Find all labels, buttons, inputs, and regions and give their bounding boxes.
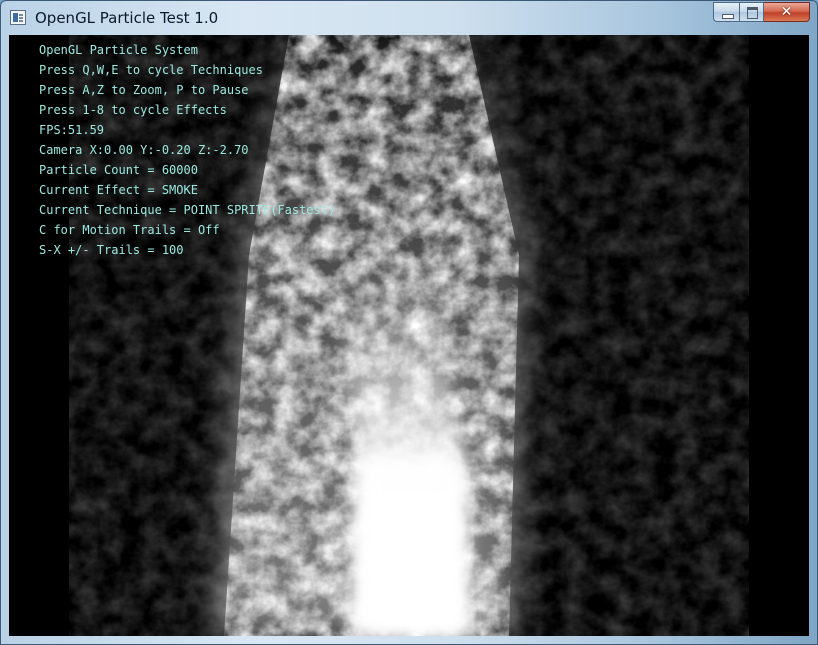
caption-buttons: ✕ — [713, 2, 810, 23]
title-bar[interactable]: OpenGL Particle Test 1.0 ✕ — [1, 1, 817, 35]
hud-camera-position: Camera X:0.00 Y:-0.20 Z:-2.70 — [39, 143, 249, 157]
app-window-icon[interactable] — [10, 10, 26, 25]
hud-trails-count: S-X +/- Trails = 100 — [39, 243, 184, 257]
minimize-icon — [722, 14, 734, 19]
hud-motion-trails: C for Motion Trails = Off — [39, 223, 220, 237]
hud-effect-keys: Press 1-8 to cycle Effects — [39, 103, 227, 117]
hud-current-effect: Current Effect = SMOKE — [39, 183, 198, 197]
opengl-viewport[interactable]: OpenGL Particle System Press Q,W,E to cy… — [9, 35, 809, 636]
hud-system-title: OpenGL Particle System — [39, 43, 198, 57]
application-window: OpenGL Particle Test 1.0 ✕ OpenGL Partic… — [0, 0, 818, 645]
hud-current-technique: Current Technique = POINT SPRITE(Fastest… — [39, 203, 336, 217]
hud-fps: FPS:51.59 — [39, 123, 105, 137]
hud-particle-count: Particle Count = 60000 — [39, 163, 198, 177]
hud-zoom-pause-keys: Press A,Z to Zoom, P to Pause — [39, 83, 249, 97]
close-button[interactable]: ✕ — [764, 2, 810, 22]
hud-technique-keys: Press Q,W,E to cycle Techniques — [39, 63, 263, 77]
maximize-icon — [747, 7, 758, 19]
maximize-button[interactable] — [739, 2, 764, 22]
close-icon: ✕ — [780, 4, 793, 20]
minimize-button[interactable] — [713, 2, 739, 22]
window-title: OpenGL Particle Test 1.0 — [35, 9, 219, 27]
hud-overlay: OpenGL Particle System Press Q,W,E to cy… — [39, 40, 335, 260]
